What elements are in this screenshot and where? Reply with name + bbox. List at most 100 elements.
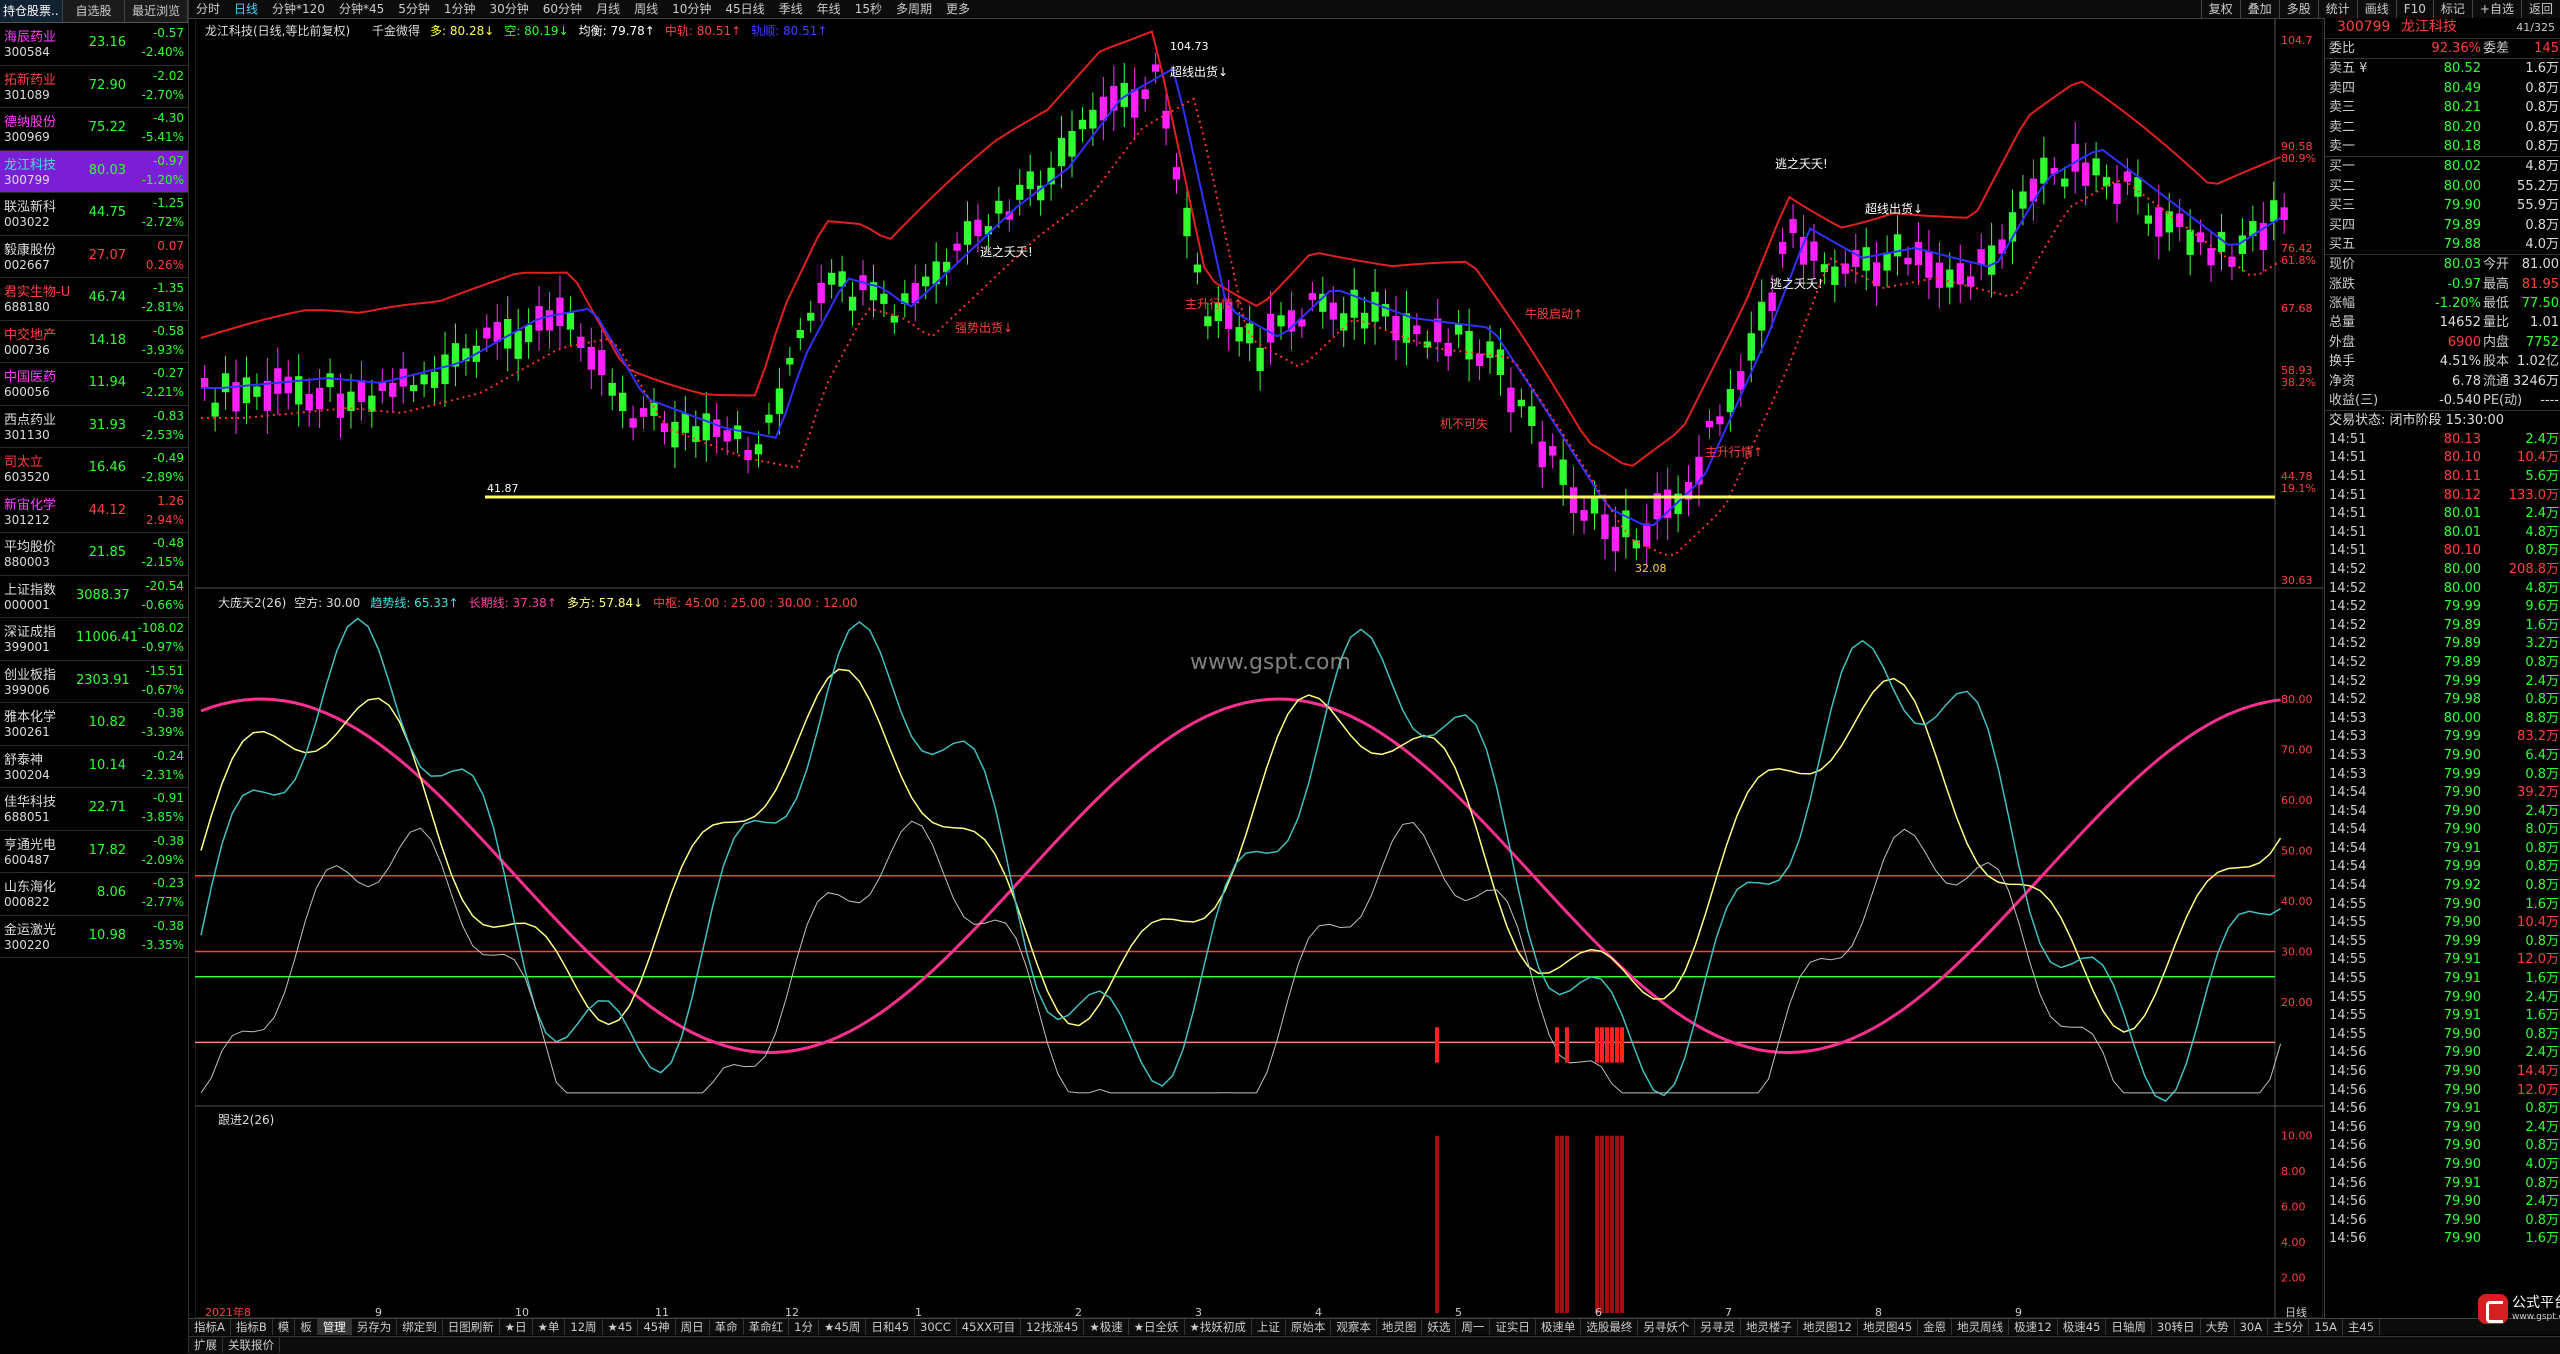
watchlist-row[interactable]: 海辰药业 300584 23.16 -0.57 -2.40% — [0, 23, 188, 66]
formula-tab[interactable]: 革命 — [710, 1319, 744, 1335]
period-tab[interactable]: 15秒 — [848, 0, 889, 18]
formula-tab[interactable]: 12周 — [565, 1319, 603, 1335]
formula-tab[interactable]: 极速12 — [2009, 1319, 2058, 1335]
watchlist-row[interactable]: 舒泰神 300204 10.14 -0.24 -2.31% — [0, 746, 188, 788]
toolbar-button[interactable]: 叠加 — [2239, 0, 2279, 18]
watchlist-row[interactable]: 佳华科技 688051 22.71 -0.91 -3.85% — [0, 788, 188, 831]
formula-tab[interactable]: 地灵周线 — [1952, 1319, 2010, 1335]
formula-tab[interactable]: 日图刷新 — [443, 1319, 500, 1335]
formula-tab[interactable]: 日和45 — [866, 1319, 916, 1335]
formula-tab[interactable]: ★极速 — [1084, 1319, 1129, 1335]
toolbar-button[interactable]: F10 — [2395, 0, 2433, 18]
formula-tab[interactable]: ★找妖初成 — [1185, 1319, 1252, 1335]
watchlist-row[interactable]: 深证成指 399001 11006.41 -108.02 -0.97% — [0, 618, 188, 661]
watchlist-row[interactable]: 毅康股份 002667 27.07 0.07 0.26% — [0, 236, 188, 278]
formula-tab[interactable]: 革命红 — [744, 1319, 790, 1335]
formula-tab[interactable]: 周一 — [1456, 1319, 1491, 1335]
period-tab[interactable]: 分时 — [189, 0, 227, 18]
watchlist-row[interactable]: 新宙化学 301212 44.12 1.26 2.94% — [0, 491, 188, 533]
period-tab[interactable]: 更多 — [939, 0, 977, 18]
formula-tab[interactable]: 日轴周 — [2106, 1319, 2152, 1335]
formula-tab[interactable]: 地灵图12 — [1798, 1319, 1858, 1335]
formula-tab[interactable]: 30CC — [915, 1319, 957, 1335]
formula-tab[interactable]: 地灵楼子 — [1741, 1319, 1798, 1335]
period-tab[interactable]: 1分钟 — [437, 0, 483, 18]
period-tab[interactable]: 分钟*120 — [265, 0, 332, 18]
formula-tab[interactable]: 金恩 — [1918, 1319, 1953, 1335]
period-tab[interactable]: 分钟*45 — [332, 0, 391, 18]
formula-tab[interactable]: 选股最终 — [1581, 1319, 1639, 1335]
watchlist-row[interactable]: 司太立 603520 16.46 -0.49 -2.89% — [0, 448, 188, 491]
period-tab[interactable]: 月线 — [589, 0, 627, 18]
formula-tab[interactable]: 极速单 — [1536, 1319, 1582, 1335]
period-tab[interactable]: 季线 — [772, 0, 810, 18]
formula-tab[interactable]: 主45 — [2343, 1319, 2381, 1335]
toolbar-button[interactable]: 多股 — [2278, 0, 2318, 18]
formula-tab[interactable]: 板 — [295, 1319, 318, 1335]
formula-tab[interactable]: 管理 — [317, 1319, 352, 1335]
formula-tab[interactable]: 上证 — [1252, 1319, 1286, 1335]
formula-tab[interactable]: 大势 — [2201, 1319, 2235, 1335]
period-tab[interactable]: 多周期 — [889, 0, 939, 18]
period-tab[interactable]: 10分钟 — [665, 0, 718, 18]
watchlist-row[interactable]: 西点药业 301130 31.93 -0.83 -2.53% — [0, 406, 188, 448]
formula-tab[interactable]: 极速45 — [2058, 1319, 2107, 1335]
watchlist-tab[interactable]: 最近浏览 — [125, 0, 189, 22]
toolbar-button[interactable]: 复权 — [2200, 0, 2240, 18]
period-tab[interactable]: 周线 — [627, 0, 665, 18]
formula-tab[interactable]: 15A — [2309, 1319, 2343, 1335]
toolbar-button[interactable]: 标记 — [2432, 0, 2472, 18]
period-tab[interactable]: 日线 — [227, 0, 265, 18]
toolbar-button[interactable]: 画线 — [2356, 0, 2396, 18]
formula-tab[interactable]: 地灵图45 — [1858, 1319, 1919, 1335]
formula-tab[interactable]: 周日 — [676, 1319, 710, 1335]
formula-tab[interactable]: 妖选 — [1422, 1319, 1457, 1335]
toolbar-button[interactable]: +自选 — [2471, 0, 2521, 18]
watchlist-row[interactable]: 德纳股份 300969 75.22 -4.30 -5.41% — [0, 108, 188, 151]
formula-tab[interactable]: 12找涨45 — [1021, 1319, 1085, 1335]
formula-tab[interactable]: ★日全妖 — [1129, 1319, 1185, 1335]
watchlist-row[interactable]: 龙江科技 300799 80.03 -0.97 -1.20% — [0, 150, 188, 193]
formula-tab[interactable]: 另存为 — [352, 1319, 398, 1335]
formula-tab[interactable]: 主5分 — [2268, 1319, 2310, 1335]
formula-tab[interactable]: 30转日 — [2152, 1319, 2201, 1335]
formula-tab[interactable]: 模 — [273, 1319, 296, 1335]
toolbar-button[interactable]: 返回 — [2520, 0, 2560, 18]
watchlist-row[interactable]: 创业板指 399006 2303.91 -15.51 -0.67% — [0, 661, 188, 703]
formula-tab[interactable]: 观察本 — [1331, 1319, 1377, 1335]
formula-tab[interactable]: 45XX可目 — [957, 1319, 1022, 1335]
extension-tab[interactable]: 扩展 — [189, 1337, 223, 1353]
period-tab[interactable]: 5分钟 — [391, 0, 437, 18]
period-tab[interactable]: 30分钟 — [483, 0, 536, 18]
formula-tab[interactable]: 1分 — [789, 1319, 819, 1335]
watchlist-row[interactable]: 君实生物-U 688180 46.74 -1.35 -2.81% — [0, 278, 188, 321]
formula-tab[interactable]: 指标A — [189, 1319, 231, 1335]
formula-tab[interactable]: ★45 — [603, 1319, 639, 1335]
toolbar-button[interactable]: 统计 — [2317, 0, 2357, 18]
formula-tab[interactable]: 指标B — [231, 1319, 273, 1335]
period-tab[interactable]: 45日线 — [718, 0, 771, 18]
watchlist-tab[interactable]: 持仓股票.. — [0, 0, 63, 22]
formula-tab[interactable]: 另寻灵 — [1695, 1319, 1741, 1335]
watchlist-row[interactable]: 中交地产 000736 14.18 -0.58 -3.93% — [0, 321, 188, 363]
watchlist-row[interactable]: 拓新药业 301089 72.90 -2.02 -2.70% — [0, 66, 188, 108]
watchlist-row[interactable]: 平均股价 880003 21.85 -0.48 -2.15% — [0, 533, 188, 576]
formula-tab[interactable]: 原始本 — [1286, 1319, 1332, 1335]
period-tab[interactable]: 60分钟 — [536, 0, 589, 18]
watchlist-row[interactable]: 金运激光 300220 10.98 -0.38 -3.35% — [0, 916, 188, 958]
extension-tab[interactable]: 关联报价 — [223, 1337, 280, 1353]
formula-tab[interactable]: 地灵图 — [1377, 1319, 1423, 1335]
watchlist-row[interactable]: 中国医药 600056 11.94 -0.27 -2.21% — [0, 363, 188, 406]
formula-tab[interactable]: 45神 — [638, 1319, 676, 1335]
watchlist-row[interactable]: 上证指数 000001 3088.37 -20.54 -0.66% — [0, 576, 188, 618]
formula-tab[interactable]: 证实日 — [1490, 1319, 1536, 1335]
watchlist-row[interactable]: 雅本化学 300261 10.82 -0.38 -3.39% — [0, 703, 188, 746]
watchlist-row[interactable]: 山东海化 000822 8.06 -0.23 -2.77% — [0, 873, 188, 916]
formula-tab[interactable]: 30A — [2235, 1319, 2269, 1335]
watchlist-row[interactable]: 联泓新科 003022 44.75 -1.25 -2.72% — [0, 193, 188, 236]
formula-tab[interactable]: ★日 — [500, 1319, 533, 1335]
period-tab[interactable]: 年线 — [810, 0, 848, 18]
formula-tab[interactable]: ★单 — [533, 1319, 566, 1335]
formula-tab[interactable]: ★45周 — [819, 1319, 867, 1335]
watchlist-row[interactable]: 亨通光电 600487 17.82 -0.38 -2.09% — [0, 831, 188, 873]
